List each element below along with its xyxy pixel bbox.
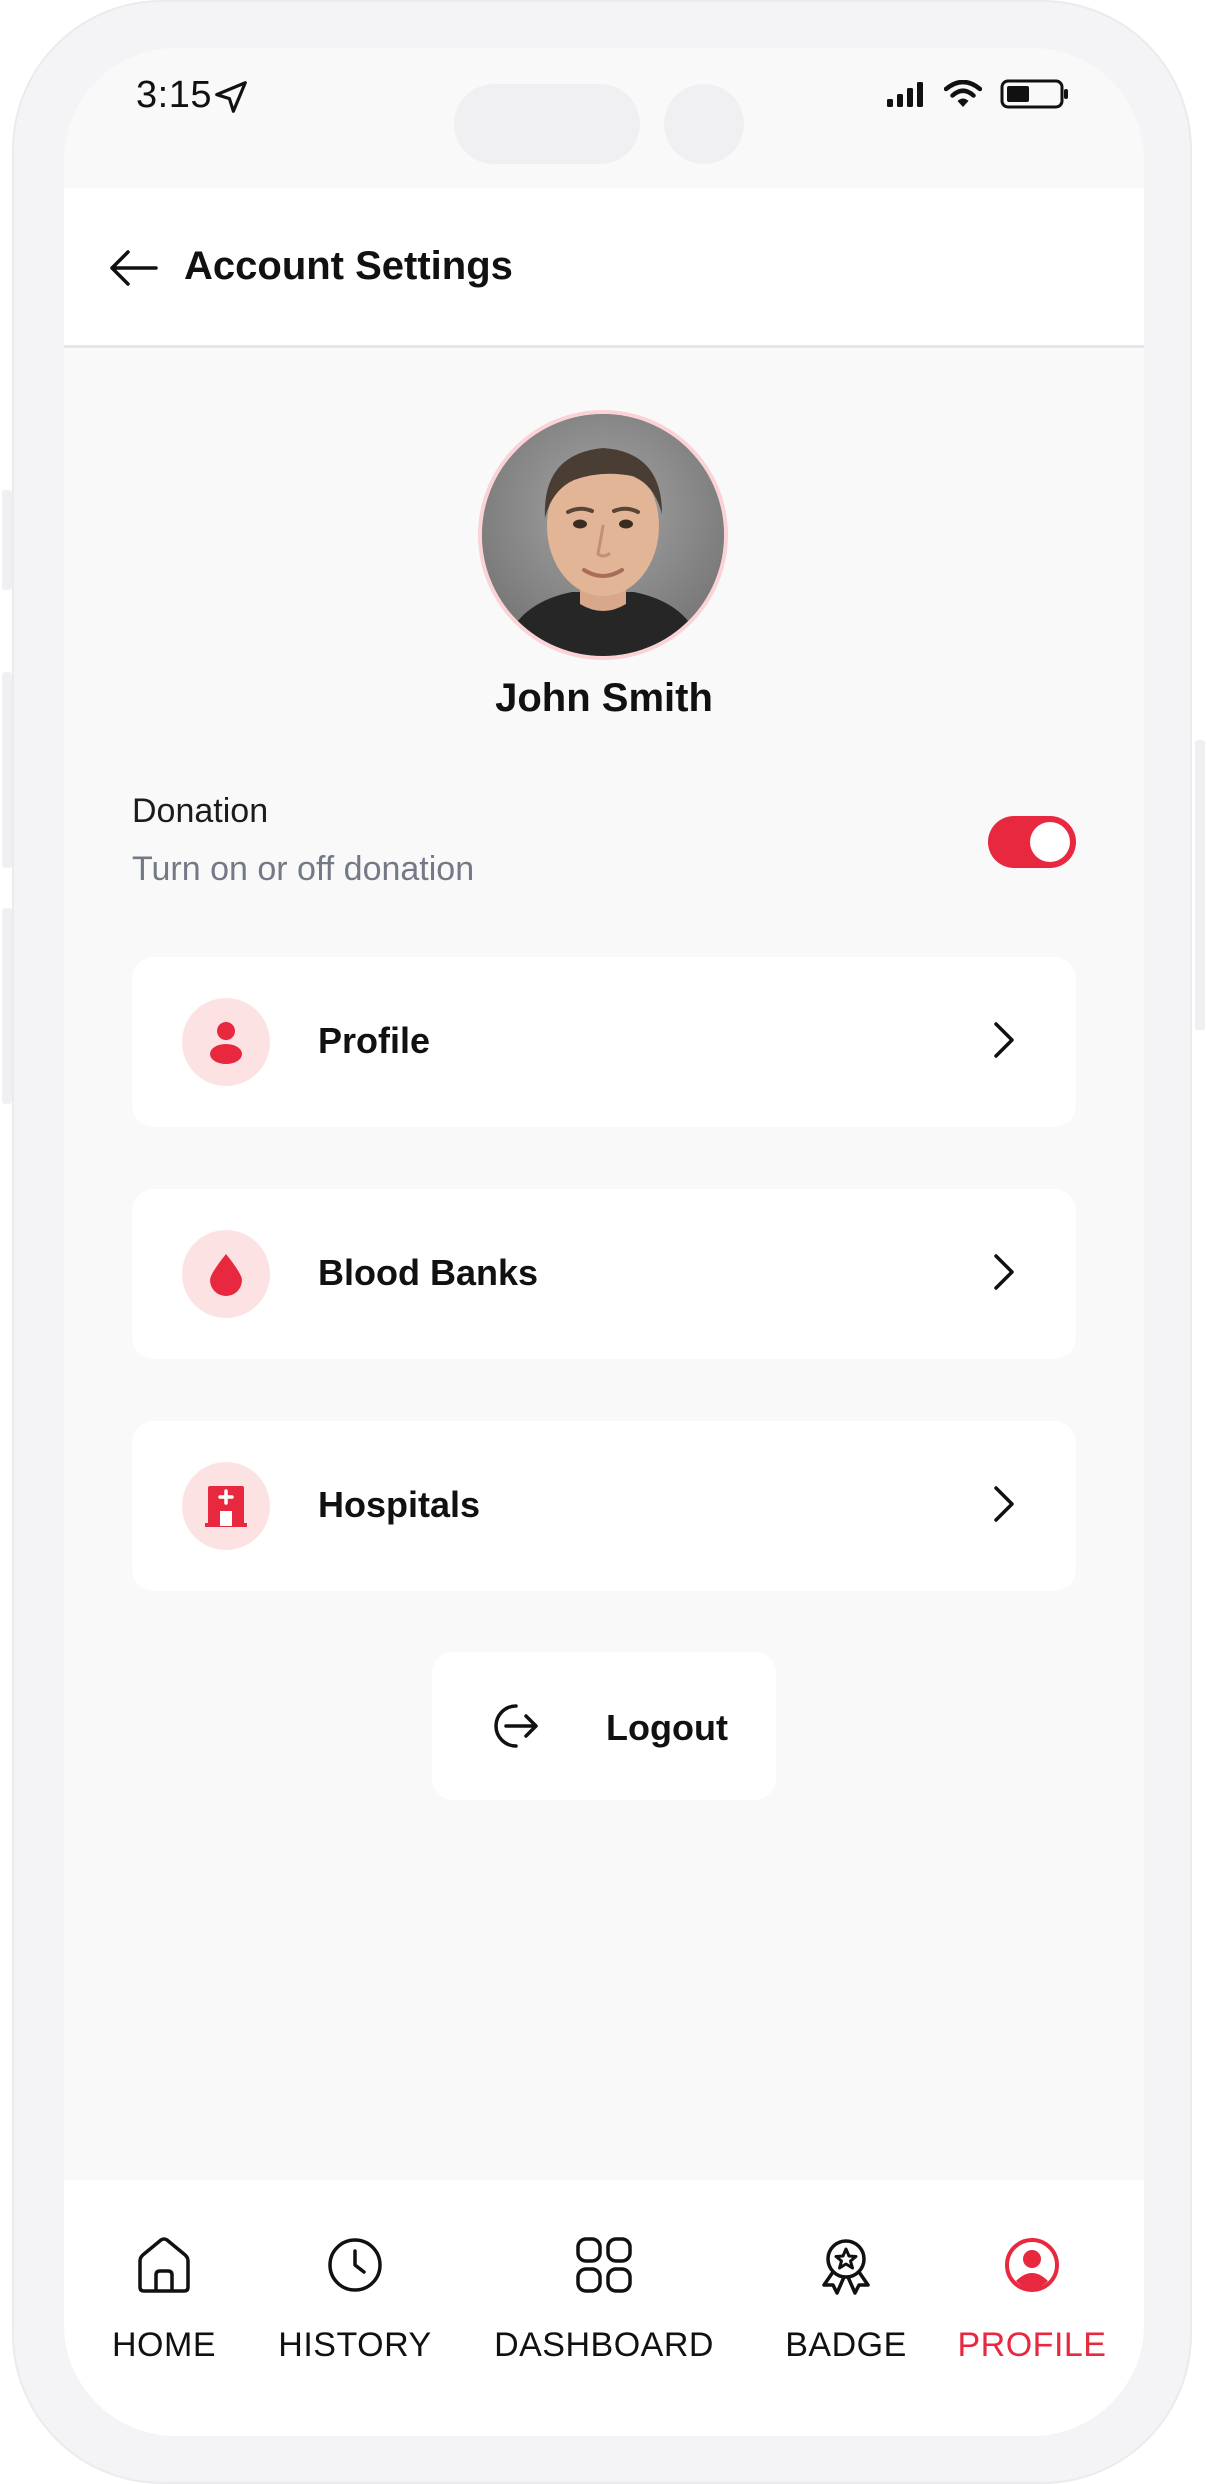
volume-up-button <box>2 672 12 868</box>
chevron-right-icon <box>994 1022 1014 1058</box>
status-time: 3:15 <box>136 74 212 116</box>
status-icons <box>886 78 1070 110</box>
nav-label: DASHBOARD <box>494 2326 714 2364</box>
menu-item-profile[interactable]: Profile <box>132 957 1076 1127</box>
badge-icon <box>811 2230 881 2300</box>
nav-label: HISTORY <box>278 2326 432 2364</box>
hospital-icon <box>182 1462 270 1550</box>
menu-item-blood-banks[interactable]: Blood Banks <box>132 1189 1076 1359</box>
battery-icon <box>1000 79 1068 109</box>
blood-drop-icon <box>182 1230 270 1318</box>
app-header: Account Settings <box>64 188 1144 348</box>
menu-item-label: Hospitals <box>318 1484 481 1525</box>
donation-toggle[interactable] <box>988 816 1076 868</box>
avatar <box>478 410 728 660</box>
wifi-icon <box>944 80 982 107</box>
user-name: John Smith <box>495 676 713 720</box>
logout-button[interactable]: Logout <box>432 1652 776 1800</box>
profile-icon <box>997 2230 1067 2300</box>
person-icon <box>182 998 270 1086</box>
chevron-right-icon <box>994 1486 1014 1522</box>
chevron-right-icon <box>994 1254 1014 1290</box>
clock-icon <box>320 2230 390 2300</box>
menu-item-label: Blood Banks <box>318 1252 539 1293</box>
volume-down-button <box>2 908 12 1104</box>
donation-title: Donation <box>132 792 269 830</box>
logout-label: Logout <box>606 1707 728 1748</box>
logout-icon <box>494 1704 538 1748</box>
screen: 3:15 Account Settings John Smith Donatio… <box>64 48 1144 2436</box>
arrow-left-icon <box>110 250 158 286</box>
nav-home[interactable]: HOME <box>94 2180 234 2436</box>
nav-dashboard[interactable]: DASHBOARD <box>490 2180 718 2436</box>
grid-icon <box>569 2230 639 2300</box>
status-bar: 3:15 <box>64 48 1144 188</box>
back-button[interactable] <box>102 236 166 300</box>
menu-item-hospitals[interactable]: Hospitals <box>132 1421 1076 1591</box>
toggle-knob <box>1030 822 1070 862</box>
nav-label: PROFILE <box>957 2326 1107 2364</box>
nav-profile[interactable]: PROFILE <box>948 2180 1116 2436</box>
camera-cutout <box>664 84 744 164</box>
bottom-nav: HOME HISTORY DASHBOARD BADGE PROFILE <box>64 2180 1144 2436</box>
page-title: Account Settings <box>184 244 513 288</box>
menu-item-label: Profile <box>318 1020 431 1061</box>
dynamic-island <box>454 84 640 164</box>
nav-label: BADGE <box>785 2326 907 2364</box>
nav-badge[interactable]: BADGE <box>766 2180 926 2436</box>
nav-label: HOME <box>112 2326 216 2364</box>
donation-subtitle: Turn on or off donation <box>132 850 475 888</box>
mute-switch <box>2 490 12 590</box>
cellular-signal-icon <box>887 82 923 107</box>
home-icon <box>129 2230 199 2300</box>
avatar-photo <box>482 414 724 656</box>
power-button <box>1195 740 1205 1030</box>
location-arrow-icon <box>215 81 247 113</box>
nav-history[interactable]: HISTORY <box>270 2180 440 2436</box>
